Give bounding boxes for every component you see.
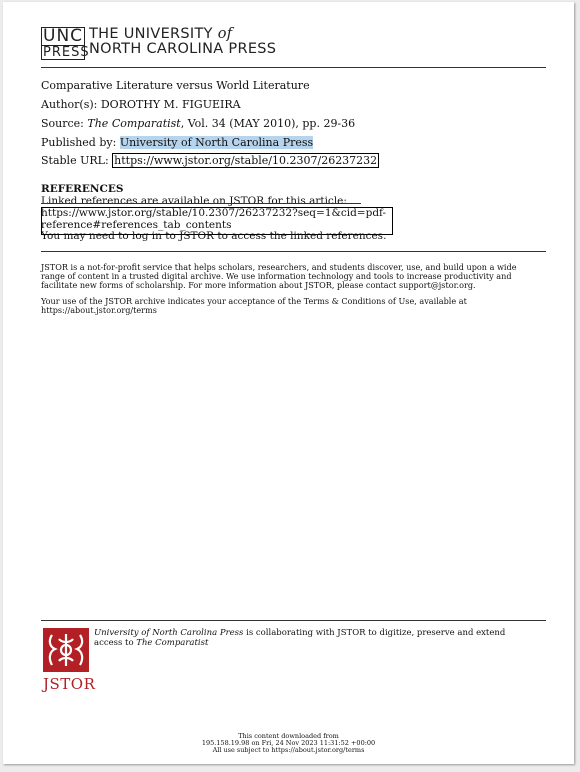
authors-value: DOROTHY M. FIGUEIRA [100, 98, 241, 111]
publisher-link[interactable]: University of North Carolina Press [119, 136, 314, 149]
references-link-line1[interactable]: https://www.jstor.org/stable/10.2307/262… [41, 207, 386, 219]
header-divider [41, 67, 546, 68]
authors-label: Author(s): [41, 98, 98, 111]
published-line: Published by: University of North Caroli… [41, 136, 314, 149]
collab-journal: The Comparatist [136, 637, 209, 648]
logo-press-text: PRESS [41, 45, 90, 60]
collab-divider [41, 620, 546, 621]
references-available-text: Linked references are available on JSTOR… [41, 195, 347, 207]
jstor-wordmark: JSTOR [43, 675, 96, 693]
publisher-header: UNC PRESS THE UNIVERSITY of NORTH CAROLI… [41, 26, 276, 60]
publisher-name-line1: THE UNIVERSITY [89, 26, 218, 42]
references-login-note: You may need to log in to JSTOR to acces… [41, 230, 387, 242]
authors-line: Author(s): DOROTHY M. FIGUEIRA [41, 98, 241, 111]
jstor-logo-icon [43, 628, 89, 672]
source-label: Source: [41, 117, 84, 130]
references-overline [41, 203, 361, 204]
download-terms: All use subject to https://about.jstor.o… [212, 746, 365, 754]
stable-url-link[interactable]: https://www.jstor.org/stable/10.2307/262… [112, 153, 380, 168]
jstor-logo: JSTOR [43, 628, 96, 693]
terms-of-use-text: Your use of the JSTOR archive indicates … [41, 296, 467, 315]
source-journal: The Comparatist [87, 117, 181, 130]
jstor-about-text: JSTOR is a not-for-profit service that h… [41, 262, 517, 290]
unc-press-logo: UNC PRESS [41, 26, 90, 60]
collaboration-statement: University of North Carolina Press is co… [94, 628, 514, 648]
published-label: Published by: [41, 136, 117, 149]
publisher-name: THE UNIVERSITY of NORTH CAROLINA PRESS [89, 27, 276, 57]
stable-url-label: Stable URL: [41, 154, 109, 167]
stable-url-line: Stable URL: https://www.jstor.org/stable… [41, 153, 380, 168]
source-details: , Vol. 34 (MAY 2010), pp. 29-36 [180, 117, 356, 130]
pdf-page: UNC PRESS THE UNIVERSITY of NORTH CAROLI… [3, 2, 574, 764]
publisher-name-of: of [217, 26, 233, 42]
source-line: Source: The Comparatist, Vol. 34 (MAY 20… [41, 117, 355, 130]
references-divider [41, 251, 546, 252]
article-title: Comparative Literature versus World Lite… [41, 79, 310, 92]
publisher-name-line2: NORTH CAROLINA PRESS [89, 41, 277, 57]
references-heading: REFERENCES [41, 183, 124, 195]
collab-publisher: University of North Carolina Press [94, 628, 244, 638]
logo-unc-text: UNC [41, 26, 85, 46]
